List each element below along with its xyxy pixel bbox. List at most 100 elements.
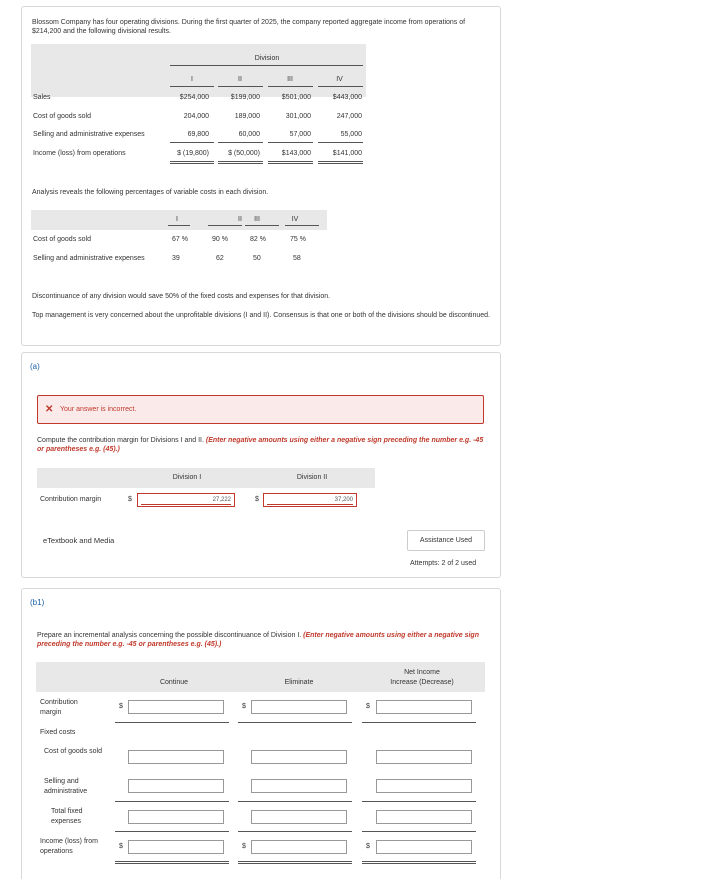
table1-cell: $143,000: [281, 150, 311, 157]
continue-total-fixed-input[interactable]: [128, 810, 224, 824]
continue-sa-input[interactable]: [128, 779, 224, 793]
table2-cell: 39: [172, 255, 180, 262]
table2-cell: 75 %: [290, 236, 306, 243]
etextbook-media-link[interactable]: eTextbook and Media: [37, 530, 137, 551]
total-double-rule: [362, 861, 476, 864]
continue-cogs-input[interactable]: [128, 750, 224, 764]
discontinuance-paragraph: Discontinuance of any division would sav…: [32, 293, 331, 300]
division-ii-cm-input[interactable]: 37,200: [263, 493, 357, 507]
currency-sign: $: [242, 843, 246, 850]
eliminate-cogs-input[interactable]: [251, 750, 347, 764]
table2-col-rule: [208, 225, 242, 226]
part-a-label: (a): [30, 362, 40, 371]
col-net-income-line1: Net Income: [404, 669, 440, 676]
row-rule: [238, 722, 352, 723]
division-i-cm-input[interactable]: 27,222: [137, 493, 235, 507]
table2-row-label: Selling and administrative expenses: [33, 255, 145, 262]
table1-col-rule: [218, 86, 263, 87]
col-eliminate: Eliminate: [284, 679, 314, 686]
table1-cell: $199,000: [230, 94, 260, 101]
incorrect-answer-banner: ✕ Your answer is incorrect.: [37, 395, 484, 424]
table1-division-rule: [170, 65, 363, 66]
table1-subtotal-rule: [170, 142, 214, 143]
table1-subtotal-rule: [318, 142, 363, 143]
net-income-income-input[interactable]: [376, 840, 472, 854]
problem-statement-panel: Blossom Company has four operating divis…: [21, 6, 501, 346]
currency-sign: $: [119, 843, 123, 850]
part-a-col-division-i: Division I: [172, 474, 202, 481]
table1-cell: 69,800: [187, 131, 209, 138]
continue-cm-input[interactable]: [128, 700, 224, 714]
table2-col-rule: [168, 225, 190, 226]
currency-sign: $: [366, 843, 370, 850]
table1-cell: 247,000: [336, 113, 362, 120]
management-paragraph: Top management is very concerned about t…: [32, 312, 490, 319]
table1-cell: $ (19,800): [177, 150, 209, 157]
continue-income-input[interactable]: [128, 840, 224, 854]
part-a-col-division-ii: Division II: [296, 474, 328, 481]
part-a-instruction: Compute the contribution margin for Divi…: [37, 436, 485, 454]
assistance-used-button[interactable]: Assistance Used: [407, 530, 485, 551]
table1-cell: $254,000: [179, 94, 209, 101]
table2-col-iv: IV: [291, 216, 299, 223]
eliminate-income-input[interactable]: [251, 840, 347, 854]
table1-col-i: I: [191, 76, 193, 83]
contribution-margin-label: Contribution margin: [40, 496, 102, 503]
table1-row-label: Income (loss) from operations: [33, 150, 126, 157]
table2-cell: 90 %: [212, 236, 228, 243]
currency-sign: $: [255, 496, 259, 503]
total-double-rule: [115, 861, 229, 864]
table1-total-double-rule: [318, 161, 363, 164]
table1-col-ii: II: [238, 76, 242, 83]
table1-subtotal-rule: [268, 142, 313, 143]
table1-cell: 57,000: [289, 131, 311, 138]
row-rule: [115, 722, 229, 723]
table1-total-double-rule: [268, 161, 313, 164]
row-total-fixed: Total fixed expenses: [51, 808, 83, 825]
table2-col-iii: III: [254, 216, 260, 223]
attempts-counter: Attempts: 2 of 2 used: [410, 560, 477, 567]
row-rule: [238, 831, 352, 832]
net-income-cm-input[interactable]: [376, 700, 472, 714]
table1-col-rule: [170, 86, 214, 87]
table1-cell: 60,000: [238, 131, 260, 138]
net-income-total-fixed-input[interactable]: [376, 810, 472, 824]
table1-col-rule: [268, 86, 313, 87]
net-income-sa-input[interactable]: [376, 779, 472, 793]
table1-cell: 55,000: [340, 131, 362, 138]
table1-total-double-rule: [170, 161, 214, 164]
part-a-instruction-text: Compute the contribution margin for Divi…: [37, 437, 204, 444]
currency-sign: $: [119, 703, 123, 710]
row-selling-admin: Selling and administrative: [44, 778, 88, 795]
part-a-panel: (a) ✕ Your answer is incorrect. Compute …: [21, 352, 501, 578]
part-b1-label: (b1): [30, 598, 45, 607]
row-rule: [238, 801, 352, 802]
variable-costs-paragraph: Analysis reveals the following percentag…: [32, 189, 269, 196]
table1-cell: 189,000: [234, 113, 260, 120]
table2-cell: 62: [216, 255, 224, 262]
table1-col-iv: IV: [336, 76, 343, 83]
part-b1-header-band: [36, 662, 485, 692]
eliminate-sa-input[interactable]: [251, 779, 347, 793]
table2-cell: 50: [253, 255, 261, 262]
table2-cell: 67 %: [172, 236, 188, 243]
eliminate-cm-input[interactable]: [251, 700, 347, 714]
eliminate-total-fixed-input[interactable]: [251, 810, 347, 824]
table2-col-rule: [245, 225, 279, 226]
table1-row-label: Cost of goods sold: [33, 113, 91, 120]
row-contribution-margin: Contribution margin: [40, 699, 78, 716]
row-cost-of-goods-sold: Cost of goods sold: [44, 748, 102, 755]
row-rule: [362, 722, 476, 723]
part-b1-panel: (b1) Prepare an incremental analysis con…: [21, 588, 501, 879]
table1-total-double-rule: [218, 161, 263, 164]
table1-cell: $141,000: [332, 150, 362, 157]
part-b1-instruction-text: Prepare an incremental analysis concerni…: [37, 632, 302, 639]
col-net-income-line2: Increase (Decrease): [390, 679, 454, 686]
table1-row-label: Sales: [33, 94, 51, 101]
currency-sign: $: [366, 703, 370, 710]
row-rule: [362, 801, 476, 802]
row-income-from-operations: Income (loss) from operations: [40, 838, 98, 855]
table1-cell: 301,000: [285, 113, 311, 120]
net-income-cogs-input[interactable]: [376, 750, 472, 764]
part-b1-instruction: Prepare an incremental analysis concerni…: [37, 631, 485, 649]
